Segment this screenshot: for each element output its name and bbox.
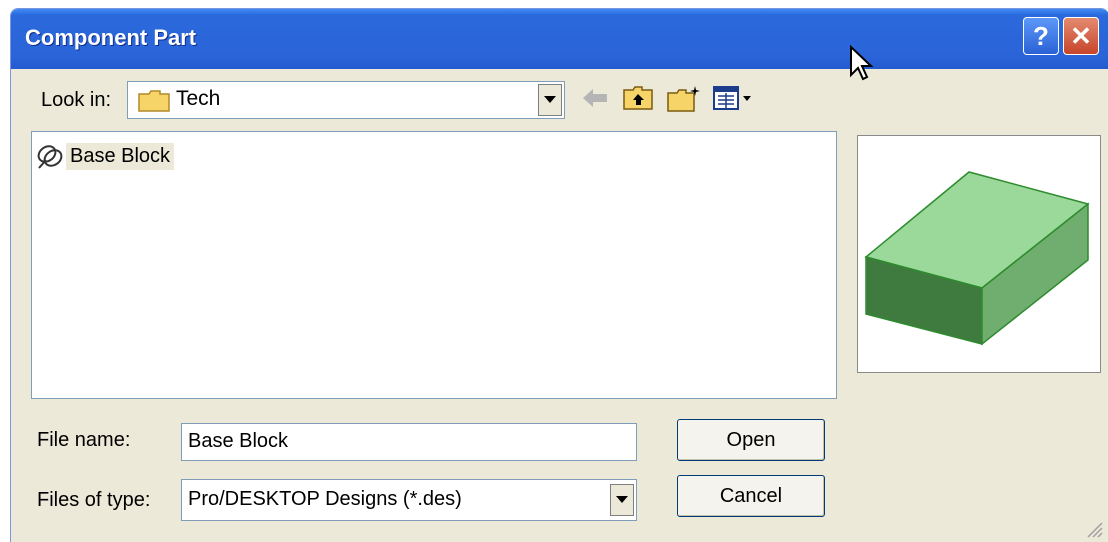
design-file-icon xyxy=(37,145,63,169)
block-preview-image xyxy=(864,171,1090,346)
file-list[interactable]: Base Block xyxy=(31,131,837,399)
look-in-value: Tech xyxy=(176,87,221,110)
chevron-down-icon xyxy=(544,96,556,103)
list-item[interactable]: Base Block xyxy=(36,140,175,172)
component-part-dialog: Component Part ? ✕ Look in: Tech Base Bl… xyxy=(10,8,1108,542)
up-one-level-icon[interactable] xyxy=(623,85,653,111)
new-folder-icon[interactable] xyxy=(667,85,703,113)
close-button[interactable]: ✕ xyxy=(1063,17,1099,55)
files-of-type-dropdown-button[interactable] xyxy=(610,484,634,516)
cancel-button[interactable]: Cancel xyxy=(677,475,825,517)
file-name-text: Base Block xyxy=(66,142,175,170)
look-in-label: Look in: xyxy=(41,89,112,111)
dialog-title: Component Part xyxy=(25,25,197,50)
title-bar[interactable]: Component Part ? ✕ xyxy=(11,9,1108,69)
open-button[interactable]: Open xyxy=(677,419,825,461)
mouse-cursor-icon xyxy=(850,45,874,81)
look-in-dropdown[interactable]: Tech xyxy=(127,81,565,119)
resize-grip-icon[interactable] xyxy=(1085,520,1103,538)
folder-icon xyxy=(138,90,170,112)
file-name-input[interactable]: Base Block xyxy=(181,423,637,461)
file-name-value: Base Block xyxy=(188,430,289,452)
files-of-type-label: Files of type: xyxy=(37,489,151,511)
chevron-down-icon xyxy=(616,496,628,503)
files-of-type-value: Pro/DESKTOP Designs (*.des) xyxy=(188,488,462,510)
files-of-type-dropdown[interactable]: Pro/DESKTOP Designs (*.des) xyxy=(181,479,637,521)
preview-panel xyxy=(857,135,1101,373)
look-in-dropdown-button[interactable] xyxy=(538,84,562,116)
help-button[interactable]: ? xyxy=(1023,17,1059,55)
back-arrow-icon[interactable] xyxy=(581,85,609,111)
view-menu-icon[interactable] xyxy=(713,85,753,111)
file-name-label: File name: xyxy=(37,429,131,451)
